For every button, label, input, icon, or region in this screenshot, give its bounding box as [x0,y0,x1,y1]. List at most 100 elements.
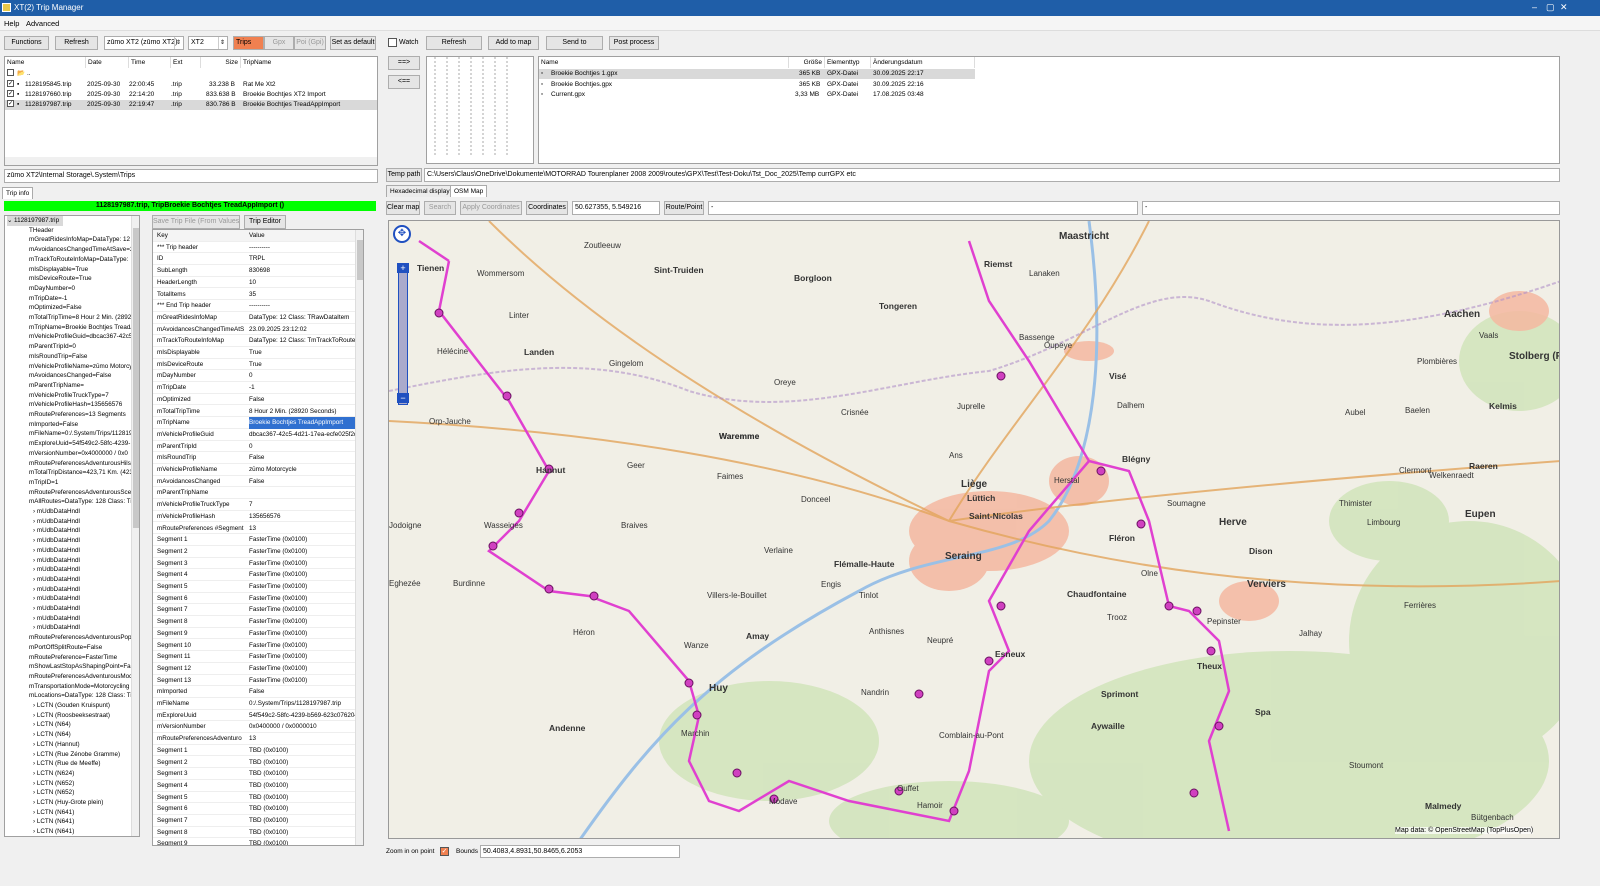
tree-item[interactable]: mTripID=1 [29,478,58,488]
search-button[interactable]: Search [424,201,456,215]
kv-row[interactable]: mVehicleProfileName zūmo Motorcycle [153,464,363,476]
kv-row[interactable]: Segment 6 FasterTime (0x0100) [153,593,363,605]
tree-location-item[interactable]: › LCTN (N652) [33,779,74,789]
menu-advanced[interactable]: Advanced [26,19,59,28]
kv-row[interactable]: mVehicleProfileGuid dbcac367-42c5-4d21-17… [153,429,363,441]
kv-row[interactable]: Segment 9 TBD (0x0100) [153,838,363,845]
tree-item[interactable]: mRoutePreferencesAdventurousScen [29,488,135,498]
kv-row[interactable]: SubLength 830698 [153,265,363,277]
kv-row[interactable]: Segment 7 FasterTime (0x0100) [153,604,363,617]
col-tripname[interactable]: TripName [241,57,377,68]
kv-row[interactable]: mAvoidancesChangedTimeAtS 23.09.2025 23:1… [153,324,363,336]
kv-row[interactable]: Segment 3 TBD (0x0100) [153,768,363,780]
kv-row[interactable]: Segment 5 TBD (0x0100) [153,792,363,804]
tree-item[interactable]: mVehicleProfileName=zūmo Motorcyc [29,362,136,372]
kv-row[interactable]: mTrackToRouteInfoMap DataType: 12 Class: … [153,335,363,347]
kv-row[interactable]: Segment 1 FasterTime (0x0100) [153,534,363,546]
col-file-type[interactable]: Elementtyp [825,57,871,68]
kv-row[interactable]: ID TRPL [153,253,363,266]
col-ext[interactable]: Ext [171,57,201,68]
temp-path-button[interactable]: Temp path [386,168,422,182]
tree-item[interactable]: mFileName=0:/.System/Trips/1128197 [29,429,136,439]
minimize-button[interactable]: – [1532,2,1537,12]
kv-row[interactable]: mGreatRidesInfoMap DataType: 12 Class: TR… [153,312,363,324]
tree-item[interactable]: mAllRoutes=DataType: 128 Class: Tr [29,497,132,507]
tree-item[interactable]: THeader [29,226,54,236]
coordinates-button[interactable]: Coordinates [526,201,568,215]
zoom-in-button[interactable]: + [397,263,409,273]
refresh-trips-button[interactable]: Refresh [55,36,98,50]
map-field-1[interactable]: - [708,201,1138,215]
tree-udb-item[interactable]: › mUdbDataHndl [33,565,80,575]
tab-trip-info[interactable]: Trip info [2,187,34,199]
gpx-toggle[interactable]: Gpx [264,36,294,50]
tree-item[interactable]: mRoutePreferencesAdventurousPopu [29,633,135,643]
poi-toggle[interactable]: Poi (Gpi) [294,36,326,50]
kv-row[interactable]: mOptimized False [153,394,363,406]
kv-row[interactable]: mVehicleProfileHash 135656576 [153,511,363,523]
kv-row[interactable]: Segment 6 TBD (0x0100) [153,803,363,815]
kv-row[interactable]: mRoutePreferencesAdventuro 13 [153,733,363,745]
set-default-button[interactable]: Set as default [330,36,376,50]
tree-item[interactable]: mPortOffSplitRoute=False [29,643,102,653]
tree-item[interactable]: mRoutePreferencesAdventurousMod [29,672,133,682]
tree-item[interactable]: mVehicleProfileHash=135656576 [29,400,122,410]
trip-tree[interactable]: ⌄ 1128197987.trip THeader mGreatRidesInfo… [4,215,140,837]
kv-row[interactable]: mVehicleProfileTruckType 7 [153,499,363,511]
table-row[interactable]: ✓ ▪ 1128197660.trip 2025-09-30 22:14:20 .tr… [5,90,377,100]
tree-item[interactable]: mVehicleProfileTruckType=7 [29,391,109,401]
osm-map[interactable]: Tienen Sint-Truiden Borgloon Tongeren Riemst… [388,220,1560,839]
kv-row[interactable]: *** Trip header ---------- [153,242,363,254]
tree-udb-item[interactable]: › mUdbDataHndl [33,585,80,595]
tree-location-item[interactable]: › LCTN (Huy-Grote plein) [33,798,103,808]
kv-row[interactable]: mTotalTripTime 8 Hour 2 Min. (28920 Secon… [153,406,363,418]
kv-row[interactable]: mIsDisplayable True [153,347,363,359]
tree-location-item[interactable]: › LCTN (N624) [33,769,74,779]
tree-udb-item[interactable]: › mUdbDataHndl [33,614,80,624]
route-point-button[interactable]: Route/Point [664,201,704,215]
tree-udb-item[interactable]: › mUdbDataHndl [33,536,80,546]
tree-item[interactable]: mTripDate=-1 [29,294,67,304]
trips-toggle[interactable]: Trips [233,36,264,50]
map-pan-control[interactable]: ✥ [393,225,411,243]
copy-left-button[interactable]: <== [388,75,420,89]
file-row-selected[interactable]: ▫ Broekie Bochtjes 1.gpx 365 KB GPX-Datei 3… [539,69,975,79]
col-file-name[interactable]: Name [539,57,789,68]
menu-help[interactable]: Help [4,19,19,28]
tree-item[interactable]: mTrackToRouteInfoMap=DataType: [29,255,128,265]
coordinates-field[interactable]: 50.627355, 5.549216 [572,201,660,215]
kv-row[interactable]: mIsRoundTrip False [153,452,363,464]
tree-item[interactable]: mTotalTripDistance=423,71 Km. (423. [29,468,135,478]
tree-item[interactable]: mTransportationMode=Motorcycling [29,682,129,692]
tree-location-item[interactable]: › LCTN (Gouden Kruispunt) [33,701,110,711]
kv-row[interactable]: mRoutePreferences #Segment 13 [153,523,363,535]
file-row[interactable]: ▫ Broekie Bochtjes.gpx 365 KB GPX-Datei 30.… [539,80,975,90]
table-row[interactable]: 📂.. [5,69,377,79]
watch-checkbox[interactable] [388,38,397,47]
kv-row[interactable]: Segment 4 FasterTime (0x0100) [153,569,363,581]
tree-item[interactable]: mRoutePreferencesAdventurousHilsu [29,459,134,469]
trip-editor-button[interactable]: Trip Editor [244,215,286,229]
tree-location-item[interactable]: › LCTN (N652) [33,788,74,798]
tree-vscroll[interactable] [131,216,139,836]
tree-location-item[interactable]: › LCTN (N641) [33,827,74,836]
tree-location-item[interactable]: › LCTN (Hannut) [33,740,80,750]
kv-row[interactable]: *** End Trip header ---------- [153,300,363,312]
model-select[interactable]: XT2 ⇕ [188,36,228,50]
tree-item[interactable]: mGreatRidesInfoMap=DataType: 12 [29,235,130,245]
tree-item[interactable]: mVersionNumber=0x4000000 / 0x0 [29,449,128,459]
tree-item[interactable]: mAvoidancesChangedTimeAtSave=2 [29,245,134,255]
kv-row[interactable]: Segment 11 FasterTime (0x0100) [153,651,363,663]
tree-item[interactable]: mIsDeviceRoute=True [29,274,92,284]
close-button[interactable]: ✕ [1560,2,1568,13]
tree-item[interactable]: mVehicleProfileGuid=dbcac367-42c5- [29,332,135,342]
col-file-date[interactable]: Änderungsdatum [871,57,975,68]
kv-row[interactable]: mImported False [153,686,363,698]
kv-row[interactable]: Segment 7 TBD (0x0100) [153,815,363,827]
kv-row[interactable]: mAvoidancesChanged False [153,476,363,488]
tree-item[interactable]: mIsRoundTrip=False [29,352,87,362]
tree-location-item[interactable]: › LCTN (Rue Zénobe Gramme) [33,750,120,760]
table-row[interactable]: ✓ ▪ 1128195845.trip 2025-09-30 22:00:45 .tr… [5,80,377,90]
tree-udb-item[interactable]: › mUdbDataHndl [33,546,80,556]
tree-item[interactable]: mAvoidancesChanged=False [29,371,111,381]
